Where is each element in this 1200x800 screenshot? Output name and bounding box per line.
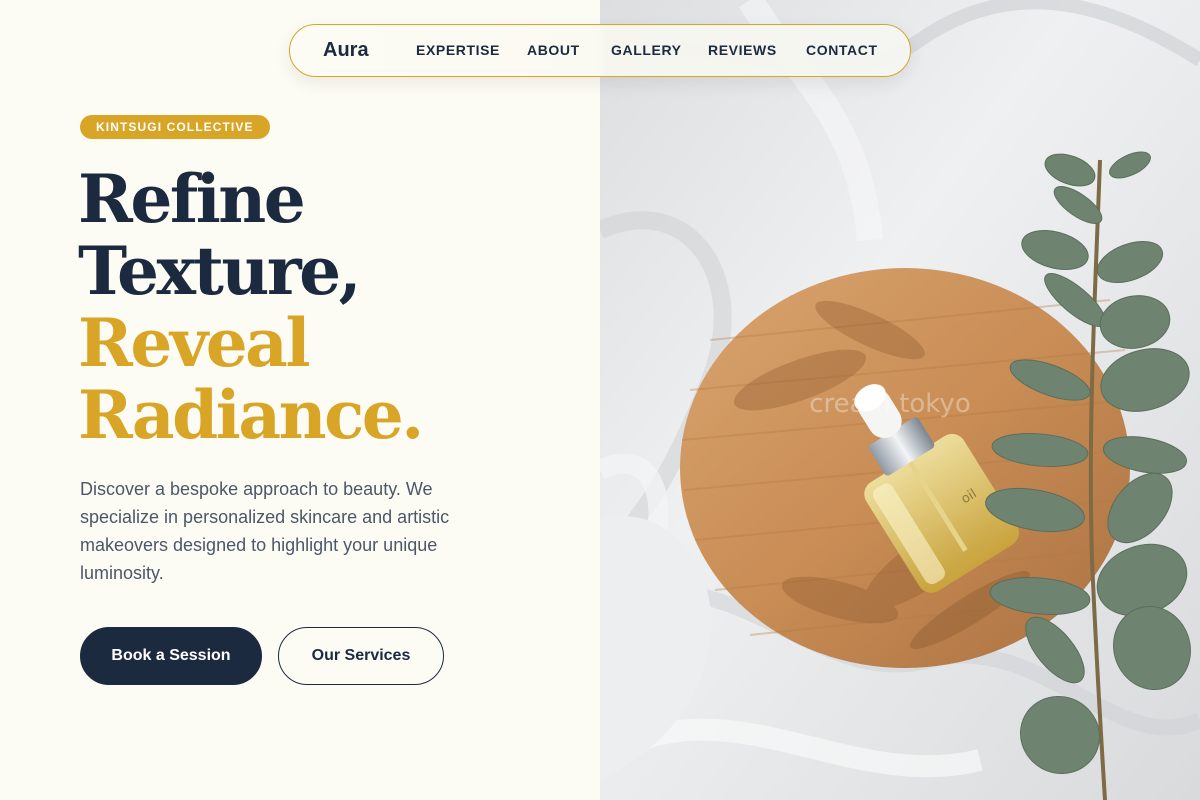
brand-logo[interactable]: Aura [323,25,369,75]
nav-link-gallery[interactable]: GALLERY [611,25,682,75]
headline-line-2: Texture, [78,232,362,310]
hero-image: oil cream tokyo [600,0,1200,800]
hero-section: KINTSUGI COLLECTIVE Refine Texture, Reve… [0,0,600,800]
headline-line-4: Radiance. [78,376,424,454]
nav-link-contact[interactable]: CONTACT [806,25,878,75]
nav-link-expertise[interactable]: EXPERTISE [416,25,500,75]
hero-headline: Refine Texture, Reveal Radiance. [78,163,578,451]
book-session-button[interactable]: Book a Session [80,627,262,685]
photo-watermark: cream tokyo [809,389,970,419]
nav-link-reviews[interactable]: REVIEWS [708,25,777,75]
hero-badge: KINTSUGI COLLECTIVE [80,115,270,139]
skincare-product-photo: oil cream tokyo [600,0,1200,800]
headline-line-3: Reveal [78,304,311,382]
hero-description: Discover a bespoke approach to beauty. W… [80,479,450,583]
top-nav: Aura EXPERTISE ABOUT GALLERY REVIEWS CON… [289,24,911,77]
our-services-button[interactable]: Our Services [278,627,444,685]
nav-link-about[interactable]: ABOUT [527,25,580,75]
headline-line-1: Refine [78,160,306,238]
